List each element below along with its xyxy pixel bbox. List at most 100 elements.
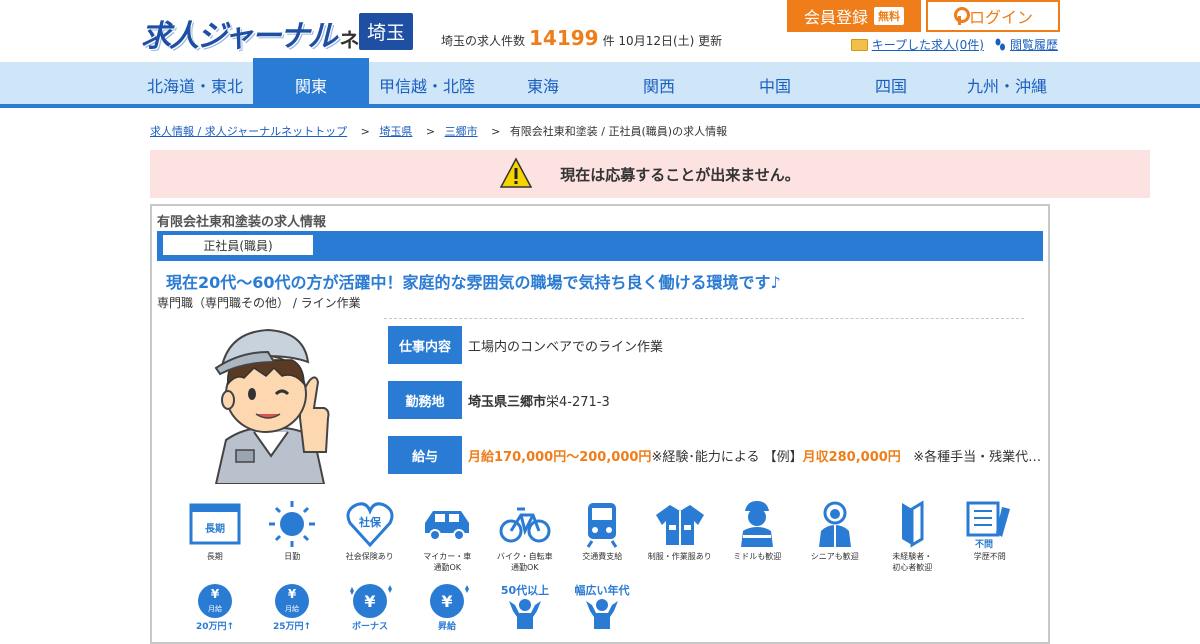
feature-day-shift: 日勤: [254, 499, 332, 573]
breadcrumb-link-city[interactable]: 三郷市: [445, 125, 478, 138]
nav-item-kanto[interactable]: 関東: [253, 58, 369, 108]
history-link[interactable]: 閲覧履歴: [994, 36, 1058, 53]
kept-jobs-link[interactable]: キープした求人(0件): [850, 36, 984, 53]
feature-wide-age-range: 幅広い年代: [564, 581, 642, 631]
site-header: 求人ジャーナル ネット 埼玉 埼玉の求人件数 14199 件 10月12日(土)…: [0, 0, 1200, 62]
feature-long-term: 長期 長期: [176, 499, 254, 573]
region-nav-items: 北海道・東北 関東 甲信越・北陸 東海 関西 中国 四国 九州・沖縄: [137, 58, 1065, 108]
prefecture-badge[interactable]: 埼玉: [359, 13, 413, 50]
feature-label: 制服・作業服あり: [647, 552, 712, 561]
feature-car-commute: マイカー・車 通勤OK: [409, 499, 487, 573]
job-count: 埼玉の求人件数 14199 件 10月12日(土) 更新: [441, 26, 722, 50]
feature-label: 交通費支給: [582, 552, 623, 561]
breadcrumb-current: 有限会社東和塗装 / 正社員(職員)の求人情報: [509, 125, 728, 138]
salary-label: 給与: [388, 436, 462, 474]
job-card: 有限会社東和塗装の求人情報 正社員(職員) 現在20代～60代の方が活躍中！家庭…: [150, 204, 1050, 644]
job-category: 専門職（専門職その他） / ライン作業: [157, 296, 361, 310]
yen-sub-text: 月給: [285, 604, 299, 613]
salary-main: 月給170,000円～200,000円: [468, 449, 652, 465]
nav-item-koshinetsu-hokuriku[interactable]: 甲信越・北陸: [369, 62, 485, 108]
nav-item-tokai[interactable]: 東海: [485, 62, 601, 108]
feature-senior-welcome: シニアも歓迎: [796, 499, 874, 573]
raise-text: 昇給: [438, 620, 457, 631]
calendar-long-icon: 長期: [189, 503, 241, 545]
age50-text: 50代以上: [501, 583, 549, 597]
feature-bonus: ¥ ボーナス: [331, 581, 409, 631]
login-button[interactable]: ログイン: [926, 0, 1060, 32]
education-icon: 不問: [966, 501, 1010, 549]
history-label: 閲覧履歴: [1009, 38, 1058, 52]
alert-text: 現在は応募することが出来ません。: [560, 165, 800, 184]
breadcrumb-separator: >: [425, 125, 436, 138]
feature-beginner-welcome: 未経験者・ 初心者歓迎: [874, 499, 952, 573]
worker-icon: [741, 501, 774, 547]
feature-label: シニアも歓迎: [810, 552, 859, 561]
bonus-text: ボーナス: [352, 620, 388, 631]
job-card-bar: 正社員(職員): [157, 231, 1043, 261]
feature-transport-paid: 交通費支給: [564, 499, 642, 573]
car-icon: [425, 511, 470, 541]
nav-item-kyushu-okinawa[interactable]: 九州・沖縄: [949, 62, 1065, 108]
register-button[interactable]: 会員登録 無料: [787, 0, 921, 32]
feature-icons-row-1: 長期 長期 日勤 社保 社会保険あり マイカー・車 通勤OK バイク・自転車 通…: [176, 499, 1029, 573]
heart-insurance-icon: 社保: [346, 502, 394, 548]
wide-age-text: 幅広い年代: [575, 583, 630, 597]
salary-value: 月給170,000円～200,000円※経験･能力による 【例】月収280,00…: [468, 446, 1041, 465]
senior-icon: [818, 501, 851, 547]
sun-icon: [269, 501, 316, 547]
bonus-icon: ¥ ボーナス: [349, 584, 392, 631]
employment-type-badge: 正社員(職員): [163, 235, 313, 255]
feature-raise: ¥ 昇給: [409, 581, 487, 631]
salary-example: 月収280,000円: [802, 449, 901, 465]
salary-row: 給与 月給170,000円～200,000円※経験･能力による 【例】月収280…: [388, 436, 1041, 474]
feature-label-line: 初心者歓迎: [892, 563, 933, 572]
worker-mascot-illustration: [214, 328, 330, 484]
work-location-value: 埼玉県三郷市栄4-271-3: [468, 391, 610, 410]
bicycle-icon: [499, 507, 551, 543]
feature-label-line: バイク・自転車: [496, 552, 553, 561]
work-content-label: 仕事内容: [388, 326, 462, 364]
work-location-row: 勤務地 埼玉県三郷市栄4-271-3: [388, 381, 610, 419]
yen-20-icon: ¥ 月給 20万円↑: [196, 584, 234, 631]
nav-item-kansai[interactable]: 関西: [601, 62, 717, 108]
insurance-text: 社保: [358, 515, 382, 529]
feature-middle-welcome: ミドルも歓迎: [719, 499, 797, 573]
nav-item-shikoku[interactable]: 四国: [833, 62, 949, 108]
breadcrumb-separator: >: [360, 125, 370, 138]
logo-main-text: 求人ジャーナル: [141, 19, 337, 54]
breadcrumb-link-top[interactable]: 求人情報 / 求人ジャーナルネットトップ: [150, 125, 347, 138]
feature-label-line: 通勤OK: [433, 563, 462, 572]
education-text: 不問: [975, 539, 993, 549]
breadcrumb-separator: >: [491, 125, 501, 138]
svg-text:¥: ¥: [211, 587, 220, 601]
work-location-address: 栄4-271-3: [546, 394, 610, 410]
feature-label-line: マイカー・車: [423, 552, 472, 561]
beginner-icon: [902, 500, 924, 548]
feature-label: 学歴不問: [973, 552, 1006, 561]
feature-label-multiline: バイク・自転車 通勤OK: [497, 551, 553, 573]
job-card-title: 有限会社東和塗装の求人情報: [157, 215, 327, 230]
train-icon: [587, 503, 618, 548]
feature-label-line: 通勤OK: [510, 563, 539, 572]
feature-salary-200k: ¥ 月給 20万円↑: [176, 581, 254, 631]
free-tag: 無料: [874, 7, 904, 25]
warning-icon: [499, 157, 533, 188]
feature-social-insurance: 社保 社会保険あり: [331, 499, 409, 573]
breadcrumb-link-prefecture[interactable]: 埼玉県: [379, 125, 412, 138]
divider: [384, 318, 1024, 319]
login-label: ログイン: [968, 8, 1033, 27]
job-catchphrase: 現在20代～60代の方が活躍中！家庭的な雰囲気の職場で気持ち良く働ける環境です♪: [166, 273, 781, 292]
feature-label: 社会保険あり: [345, 552, 394, 561]
feature-label: 日勤: [284, 552, 301, 561]
feature-salary-250k: ¥ 月給 25万円↑: [254, 581, 332, 631]
svg-text:¥: ¥: [364, 592, 375, 611]
svg-text:¥: ¥: [442, 592, 453, 611]
nav-item-chugoku[interactable]: 中国: [717, 62, 833, 108]
feature-label-multiline: 未経験者・ 初心者歓迎: [892, 551, 932, 573]
svg-text:¥: ¥: [288, 587, 297, 601]
nav-item-hokkaido-tohoku[interactable]: 北海道・東北: [137, 62, 253, 108]
feature-label: ミドルも歓迎: [733, 552, 782, 561]
uniform-icon: [655, 505, 704, 545]
feature-age-50-plus: 50代以上: [486, 581, 564, 631]
feature-bike-commute: バイク・自転車 通勤OK: [486, 499, 564, 573]
